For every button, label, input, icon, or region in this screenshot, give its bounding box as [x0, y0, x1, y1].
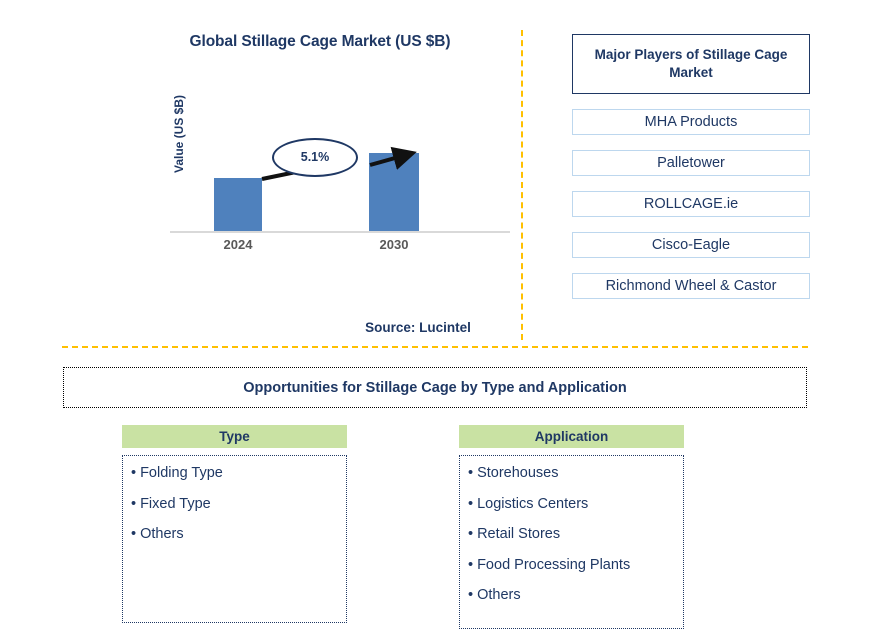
bullet-icon: •	[468, 495, 474, 512]
list-item-label: Folding Type	[140, 465, 223, 481]
bullet-icon: •	[131, 495, 137, 512]
list-item: • Others	[468, 588, 683, 603]
list-item-label: Storehouses	[477, 465, 559, 481]
player-item-cisco-eagle[interactable]: Cisco-Eagle	[572, 232, 810, 258]
list-item-label: Retail Stores	[477, 526, 561, 542]
x-tick-label-2030: 2030	[379, 237, 409, 252]
list-item-label: Others	[477, 587, 521, 603]
player-item-palletower[interactable]: Palletower	[572, 150, 810, 176]
list-item: • Fixed Type	[131, 495, 346, 512]
cagr-callout: 5.1%	[272, 138, 358, 177]
infographic-canvas: Global Stillage Cage Market (US $B) Valu…	[0, 0, 872, 643]
list-item-label: Fixed Type	[140, 495, 211, 512]
list-item-label: Food Processing Plants	[477, 556, 631, 573]
column-list-type: • Folding Type • Fixed Type • Others	[122, 455, 347, 623]
column-list-application: • Storehouses • Logistics Centers • Retail …	[459, 455, 684, 629]
bullet-icon: •	[468, 526, 474, 542]
horizontal-divider	[62, 346, 808, 348]
list-item: • Storehouses	[468, 466, 683, 481]
x-tick-label-2024: 2024	[223, 237, 253, 252]
source-label: Source: Lucintel	[365, 320, 471, 335]
bar-chart: Value (US $B) 2024 2030 5.1%	[150, 95, 510, 255]
x-axis-line	[170, 231, 510, 233]
list-item-label: Logistics Centers	[477, 495, 589, 512]
bullet-icon: •	[131, 465, 137, 481]
chart-title: Global Stillage Cage Market (US $B)	[189, 33, 451, 50]
major-players-header: Major Players of Stillage Cage Market	[572, 34, 810, 94]
column-header-type: Type	[122, 425, 347, 448]
player-item-richmond-wheel-castor[interactable]: Richmond Wheel & Castor	[572, 273, 810, 299]
column-header-application: Application	[459, 425, 684, 448]
list-item: • Folding Type	[131, 466, 346, 481]
major-players-panel: Major Players of Stillage Cage Market MH…	[572, 34, 810, 299]
opportunities-banner: Opportunities for Stillage Cage by Type …	[63, 367, 807, 408]
player-item-mha-products[interactable]: MHA Products	[572, 109, 810, 135]
bullet-icon: •	[468, 556, 474, 573]
bullet-icon: •	[131, 526, 137, 542]
list-item: • Logistics Centers	[468, 495, 683, 512]
list-item-label: Others	[140, 526, 184, 542]
list-item: • Food Processing Plants	[468, 556, 683, 573]
player-item-rollcage-ie[interactable]: ROLLCAGE.ie	[572, 191, 810, 217]
list-item: • Retail Stores	[468, 527, 683, 542]
list-item: • Others	[131, 527, 346, 542]
bullet-icon: •	[468, 465, 474, 481]
cagr-value: 5.1%	[300, 150, 330, 165]
bullet-icon: •	[468, 587, 474, 603]
vertical-divider	[521, 30, 523, 340]
